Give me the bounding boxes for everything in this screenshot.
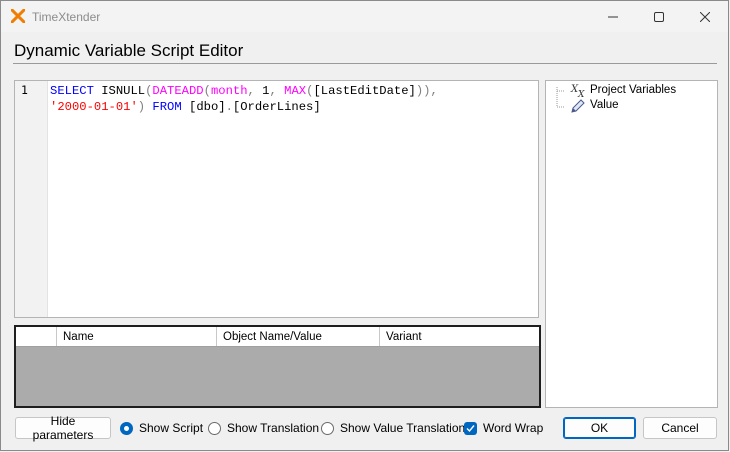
- code-token: [dbo]: [181, 100, 226, 114]
- code-token: ): [137, 100, 146, 114]
- pencil-icon: [571, 99, 585, 113]
- show-script-radio[interactable]: Show Script: [120, 421, 203, 435]
- maximize-button[interactable]: [636, 1, 682, 32]
- code-token: ISNULL: [93, 84, 146, 98]
- grid-header-cell[interactable]: [16, 327, 57, 346]
- dialog-window: TimeXtender Dynamic Variable Script Edit…: [0, 0, 729, 451]
- code-token: '2000-01-01': [50, 100, 138, 114]
- radio-label: Show Translation: [227, 421, 320, 435]
- timextender-x-logo: [11, 9, 25, 23]
- close-button[interactable]: [682, 1, 728, 32]
- code-token: SELECT: [50, 84, 94, 98]
- radio-unselected-icon: [208, 421, 221, 435]
- show-translation-radio[interactable]: Show Translation: [208, 421, 319, 435]
- code-token: ,: [430, 84, 438, 98]
- code-token: FROM: [152, 100, 182, 114]
- show-value-translation-radio[interactable]: Show Value Translation: [321, 421, 465, 435]
- radio-label: Show Value Translation: [340, 421, 466, 435]
- tree-item-label: Project Variables: [590, 84, 677, 96]
- code-token: ,: [269, 84, 277, 98]
- minimize-icon: [608, 16, 618, 17]
- hide-parameters-button[interactable]: Hide parameters: [15, 414, 111, 442]
- checkbox-label: Word Wrap: [483, 421, 544, 435]
- maximize-icon: [654, 11, 664, 22]
- radio-label: Show Script: [139, 421, 204, 435]
- word-wrap-checkbox[interactable]: Word Wrap: [464, 421, 543, 435]
- checkbox-checked-icon: [464, 421, 477, 435]
- line-number-gutter: 1: [15, 81, 48, 317]
- grid-header-cell[interactable]: Object Name/Value: [217, 327, 380, 346]
- close-icon: [700, 11, 710, 22]
- minimize-button[interactable]: [590, 1, 636, 32]
- title-bar[interactable]: TimeXtender: [1, 1, 728, 32]
- code-token: .: [225, 100, 233, 114]
- svg-text:X: X: [577, 90, 585, 98]
- code-token: )): [415, 84, 431, 98]
- variable-x-icon: X X: [570, 84, 585, 98]
- page-title: Dynamic Variable Script Editor: [14, 41, 244, 60]
- radio-unselected-icon: [321, 421, 334, 435]
- cancel-button[interactable]: Cancel: [643, 417, 717, 439]
- window-title: TimeXtender: [32, 10, 101, 24]
- code-text[interactable]: SELECT ISNULL(DATEADD(month, 1, MAX([Las…: [50, 83, 438, 115]
- script-editor[interactable]: 1 SELECT ISNULL(DATEADD(month, 1, MAX([L…: [14, 80, 539, 318]
- variables-tree[interactable]: X X Project Variables Value: [545, 80, 718, 408]
- heading-divider: [13, 63, 717, 64]
- code-token: 1: [254, 84, 270, 98]
- grid-header-cell[interactable]: Variant: [380, 327, 539, 346]
- code-token: ,: [247, 84, 255, 98]
- code-token: [OrderLines]: [232, 100, 321, 114]
- code-token: month: [210, 84, 248, 98]
- grid-header-cell[interactable]: Name: [57, 327, 217, 346]
- code-token: [LastEditDate]: [313, 84, 416, 98]
- tree-item-label: Value: [590, 99, 619, 111]
- code-token: (: [203, 84, 211, 98]
- radio-selected-icon: [120, 421, 133, 435]
- code-token: DATEADD: [152, 84, 204, 98]
- ok-button[interactable]: OK: [563, 417, 636, 439]
- line-number: 1: [21, 83, 28, 97]
- code-token: MAX: [284, 84, 307, 98]
- grid-header-row: Name Object Name/Value Variant: [16, 327, 539, 347]
- parameters-grid[interactable]: Name Object Name/Value Variant: [14, 325, 541, 408]
